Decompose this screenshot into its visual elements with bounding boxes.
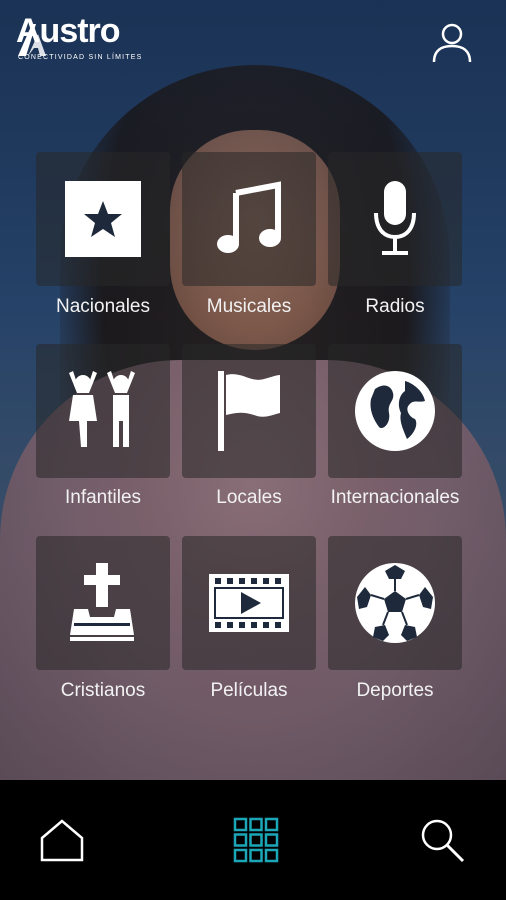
category-internacionales[interactable] [328,344,462,478]
category-label: Nacionales [56,296,150,317]
microphone-icon [374,181,416,255]
nav-home-button[interactable] [32,810,92,870]
category-musicales[interactable] [182,152,316,286]
music-note-icon [217,181,281,253]
category-label: Internacionales [330,487,460,508]
category-label: Deportes [356,680,434,701]
nav-search-button[interactable] [412,810,472,870]
bottom-navigation [0,780,506,900]
category-label: Películas [210,680,288,701]
category-nacionales[interactable] [36,152,170,286]
category-label: Musicales [206,296,292,317]
star-icon [65,181,141,257]
children-icon [69,371,135,447]
grid-icon [233,817,279,863]
film-strip-icon [209,574,289,632]
category-peliculas[interactable] [182,536,316,670]
category-cristianos[interactable] [36,536,170,670]
soccer-ball-icon [355,563,435,643]
category-label: Locales [216,487,282,508]
bible-cross-icon [70,563,134,641]
category-locales[interactable] [182,344,316,478]
globe-icon [355,371,435,451]
category-label: Cristianos [60,680,146,701]
category-label: Infantiles [64,487,142,508]
category-infantiles[interactable] [36,344,170,478]
category-label: Radios [365,296,425,317]
category-grid: Nacionales Musicales Radios Infantiles L… [0,0,506,780]
category-radios[interactable] [328,152,462,286]
search-icon [421,819,465,863]
category-deportes[interactable] [328,536,462,670]
home-icon [40,819,84,862]
flag-icon [218,371,280,451]
nav-grid-button[interactable] [226,810,286,870]
